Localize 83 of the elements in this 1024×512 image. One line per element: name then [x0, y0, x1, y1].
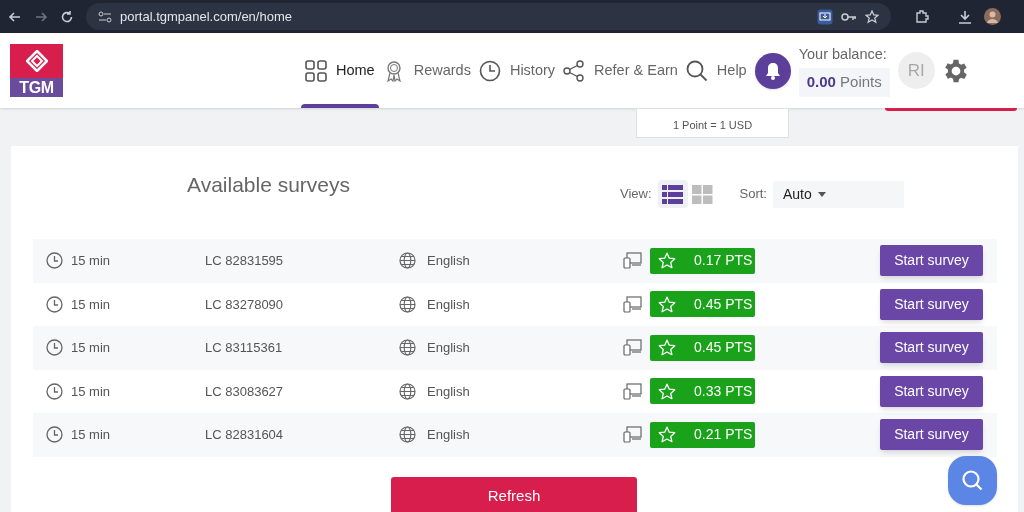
- points-text: 0.33 PTS: [694, 381, 753, 401]
- download-icon[interactable]: [958, 9, 972, 24]
- start-survey-button[interactable]: Start survey: [880, 375, 983, 407]
- grid-icon: [692, 184, 714, 204]
- language-text: English: [427, 426, 471, 444]
- points-text: 0.45 PTS: [694, 338, 753, 358]
- star-icon: [658, 382, 676, 400]
- clock-icon: [478, 59, 501, 82]
- language-text: English: [427, 295, 471, 314]
- points-text: 0.17 PTS: [694, 251, 753, 271]
- nav-link[interactable]: Help: [681, 33, 751, 108]
- diamond-icon: [25, 50, 48, 72]
- devices-icon: [623, 295, 642, 313]
- start-survey-button[interactable]: Start survey: [880, 245, 983, 277]
- section-title: Available surveys: [187, 172, 351, 198]
- clock-icon: [46, 339, 63, 357]
- refresh-button[interactable]: Refresh: [391, 476, 637, 512]
- search-icon: [685, 59, 708, 82]
- clock-icon: [46, 295, 63, 313]
- bell-icon: [763, 61, 782, 80]
- star-icon: [658, 295, 676, 313]
- clock-icon: [46, 426, 63, 444]
- view-label: View:: [619, 185, 652, 204]
- devices-icon: [623, 426, 642, 444]
- profile-avatar-icon[interactable]: [984, 8, 1001, 25]
- caret-icon: [817, 191, 826, 197]
- globe-icon: [399, 339, 416, 357]
- address-bar[interactable]: portal.tgmpanel.com/en/home: [86, 3, 891, 30]
- survey-code: LC 83083627: [205, 382, 285, 401]
- clock-icon: [46, 382, 63, 400]
- duration-text: 15 min: [71, 426, 112, 444]
- star-icon: [658, 339, 676, 357]
- forward-icon[interactable]: [34, 9, 48, 24]
- install-icon[interactable]: [817, 8, 833, 25]
- balance-value: 0.00 Points: [798, 68, 890, 97]
- survey-code: LC 82831595: [205, 252, 285, 270]
- share-icon: [563, 59, 586, 82]
- key-icon[interactable]: [841, 10, 857, 23]
- balance-label: Your balance:: [798, 45, 887, 65]
- start-survey-button[interactable]: Start survey: [880, 332, 983, 364]
- duration-text: 15 min: [71, 295, 112, 314]
- sort-label: Sort:: [739, 185, 767, 204]
- extensions-icon[interactable]: [915, 9, 930, 24]
- points-text: 0.21 PTS: [694, 425, 753, 445]
- language-text: English: [427, 252, 471, 270]
- duration-text: 15 min: [71, 339, 112, 357]
- clock-icon: [46, 252, 63, 270]
- reload-icon[interactable]: [60, 9, 74, 24]
- globe-icon: [399, 426, 416, 444]
- devices-icon: [623, 252, 642, 270]
- nav-link[interactable]: Refer & Earn: [559, 33, 682, 108]
- language-text: English: [427, 339, 471, 357]
- list-icon: [662, 184, 684, 204]
- survey-code: LC 83115361: [205, 339, 284, 357]
- duration-text: 15 min: [71, 252, 112, 270]
- devices-icon: [623, 339, 642, 357]
- back-icon[interactable]: [8, 9, 22, 24]
- logo-text: TGM: [10, 78, 63, 97]
- points-text: 0.45 PTS: [694, 294, 753, 314]
- start-survey-button[interactable]: Start survey: [880, 288, 983, 320]
- globe-icon: [399, 295, 416, 313]
- nav-link[interactable]: Rewards: [378, 33, 475, 108]
- devices-icon: [623, 382, 642, 400]
- globe-icon: [399, 382, 416, 400]
- star-icon: [658, 252, 676, 270]
- nav-link[interactable]: Home: [301, 33, 379, 108]
- sort-dropdown[interactable]: Auto: [773, 180, 904, 208]
- star-icon: [658, 426, 676, 444]
- start-survey-button[interactable]: Start survey: [880, 419, 983, 451]
- globe-icon: [399, 252, 416, 270]
- language-text: English: [427, 382, 471, 401]
- survey-code: LC 82831604: [205, 426, 285, 444]
- duration-text: 15 min: [71, 382, 112, 401]
- survey-code: LC 83278090: [205, 295, 285, 314]
- nav-link[interactable]: History: [474, 33, 560, 108]
- notification-button[interactable]: [754, 52, 791, 89]
- star-icon[interactable]: [865, 9, 879, 24]
- url-text: portal.tgmpanel.com/en/home: [120, 7, 293, 26]
- site-settings-icon[interactable]: [98, 10, 112, 23]
- list-view-button[interactable]: [657, 180, 688, 208]
- grid-icon: [305, 59, 327, 82]
- search-icon: [960, 468, 985, 493]
- points-rate-text: 1 Point = 1 USD: [672, 117, 753, 133]
